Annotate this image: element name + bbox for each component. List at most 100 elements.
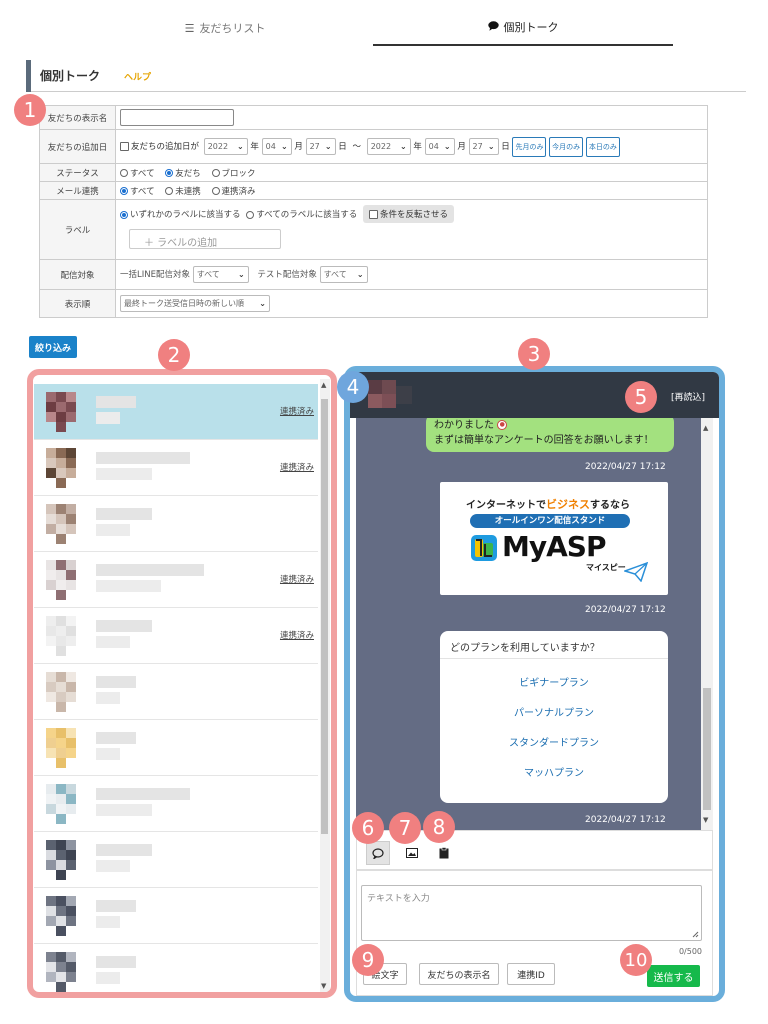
clipboard-icon [439,847,449,859]
friend-name-blurred [96,844,152,856]
friend-list-panel: 連携済み 連携済み 連携済み 連携済み ▲ ▼ [27,369,337,998]
status-option-friend[interactable]: 友だち [165,167,201,179]
avatar [46,728,86,768]
add-label-button[interactable]: ＋ ラベルの追加 [129,229,281,249]
invert-condition-toggle[interactable]: 条件を反転させる [363,205,455,223]
friend-name-blurred [96,732,136,744]
friend-list-item[interactable] [34,888,318,944]
display-name-input[interactable] [120,109,234,126]
added-date-checkbox[interactable] [120,141,129,151]
test-delivery-select[interactable]: すべて ⌄ [319,266,368,283]
from-month-select[interactable]: 04 ⌄ [261,137,292,155]
emoji-icon: ● [497,420,508,430]
mail-option-linked[interactable]: 連携済み [211,185,256,197]
from-year-select[interactable]: 2022 ⌄ [203,137,248,155]
survey-choice-button[interactable]: パーソナルプラン [440,699,668,729]
mail-option-unlinked[interactable]: 未連携 [165,185,201,197]
friend-name-blurred [96,900,136,912]
survey-question: どのプランを利用していますか？ [440,631,668,659]
last-month-button[interactable]: 先月のみ [512,136,547,157]
message-placeholder: テキストを入力 [367,894,430,904]
tab-friend-list[interactable]: ☰ 友だちリスト [150,10,300,46]
display-order-select[interactable]: 最終トーク送受信日時の新しい順 ⌄ [120,295,270,312]
friend-list-item[interactable] [34,832,318,888]
friend-list-item[interactable]: 連携済み [34,552,318,608]
avatar [46,784,86,824]
template-message-tool[interactable] [432,841,456,865]
status-option-block[interactable]: ブロック [211,167,256,179]
to-day-select[interactable]: 27 ⌄ [468,137,499,155]
survey-choice-button[interactable]: マッハプラン [440,759,668,789]
scroll-up-icon[interactable]: ▲ [321,381,326,389]
friend-list-item[interactable] [34,720,318,776]
link-status-label[interactable]: 連携済み [280,405,314,417]
friend-list-item[interactable] [34,944,318,992]
scroll-down-icon[interactable]: ▼ [321,982,326,990]
friend-list-item[interactable] [34,496,318,552]
avatar [46,504,86,544]
survey-choice-button[interactable]: ビギナープラン [440,669,668,699]
avatar [46,840,86,880]
resize-handle-icon[interactable] [692,931,699,938]
page-header: 個別トーク ヘルプ [26,60,746,92]
friend-list-item[interactable] [34,776,318,832]
tab-individual-talk[interactable]: 個別トーク [373,10,673,46]
today-button[interactable]: 本日のみ [585,136,620,157]
friend-name-blurred [96,692,120,704]
friend-list-item[interactable]: 連携済み [34,608,318,664]
survey-choice-button[interactable]: スタンダードプラン [440,729,668,759]
image-message-tool[interactable] [400,841,424,865]
link-status-label[interactable]: 連携済み [280,629,314,641]
friend-name-blurred [96,788,190,800]
scroll-up-icon[interactable]: ▲ [703,424,708,432]
help-link[interactable]: ヘルプ [124,70,151,83]
friend-list-scrollbar[interactable]: ▲ ▼ [320,379,330,992]
friend-list-item[interactable]: 連携済み [34,440,318,496]
display-order-label: 表示順 [39,289,116,318]
banner-brand: MyASP [502,530,606,563]
scroll-down-icon[interactable]: ▼ [703,816,708,824]
link-status-label[interactable]: 連携済み [280,461,314,473]
link-status-label[interactable]: 連携済み [280,573,314,585]
status-label: ステータス [39,163,116,182]
callout-badge-7: 7 [389,812,421,844]
to-year-select[interactable]: 2022 ⌄ [366,137,411,155]
list-icon: ☰ [184,21,195,35]
text-message-tool[interactable] [366,841,390,865]
filter-submit-button[interactable]: 絞り込み [29,336,77,358]
message-timestamp: 2022/04/27 17:12 [585,815,666,825]
message-timestamp: 2022/04/27 17:12 [585,462,666,472]
friend-name-blurred [96,564,204,576]
insert-display-name-button[interactable]: 友だちの表示名 [419,963,499,985]
friend-list-scroll-thumb[interactable] [321,399,328,834]
chat-scrollbar[interactable]: ▲ ▼ [701,418,713,830]
label-match-any[interactable]: いずれかのラベルに該当する [120,208,241,220]
status-option-all[interactable]: すべて [120,167,155,179]
message-textarea[interactable]: テキストを入力 [361,885,702,941]
added-date-label: 友だちの追加日 [39,129,116,164]
test-delivery-label: テスト配信対象 [257,270,317,280]
from-day-select[interactable]: 27 ⌄ [305,137,336,155]
mail-option-all[interactable]: すべて [120,185,155,197]
range-separator: ～ [352,141,361,152]
myasp-banner-image[interactable]: インターネットでビジネスするなら オールインワン配信スタンド MyASP マイス… [440,482,668,595]
chat-scroll-thumb[interactable] [703,688,711,810]
this-month-button[interactable]: 今月のみ [549,136,584,157]
friend-list-item[interactable] [34,664,318,720]
friend-name-blurred [96,676,136,688]
page-title: 個別トーク [40,69,101,83]
to-month-select[interactable]: 04 ⌄ [424,137,455,155]
tab-friend-list-label: 友だちリスト [199,22,266,35]
friend-list-item[interactable]: 連携済み [34,384,318,440]
label-match-all[interactable]: すべてのラベルに該当する [246,208,357,220]
callout-badge-2: 2 [158,339,190,371]
send-button[interactable]: 送信する [647,965,700,987]
message-line: まずは簡単なアンケートの回答をお願いします！ [434,435,654,446]
message-timestamp: 2022/04/27 17:12 [585,605,666,615]
tab-individual-talk-label: 個別トーク [503,21,559,34]
bulk-delivery-select[interactable]: すべて ⌄ [192,266,249,283]
reload-link[interactable]: [再読込] [671,390,705,403]
insert-link-id-button[interactable]: 連携ID [507,963,555,985]
banner-subtitle: オールインワン配信スタンド [470,514,630,528]
avatar [46,672,86,712]
